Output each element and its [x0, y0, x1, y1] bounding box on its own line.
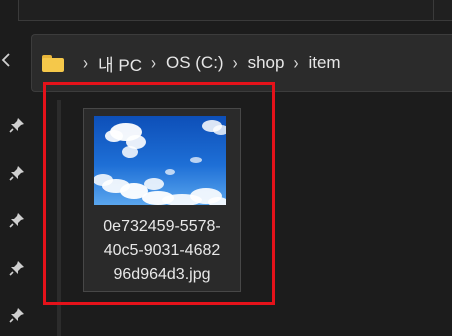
chevron-right-icon[interactable]: › — [233, 53, 238, 73]
top-strip — [0, 0, 452, 24]
file-explorer-window: › 내 PC › OS (C:) › shop › item 0e732459-… — [0, 0, 452, 336]
chevron-right-icon[interactable]: › — [83, 53, 88, 73]
breadcrumb-this-pc[interactable]: 내 PC — [98, 51, 142, 76]
toolbar-frame — [18, 0, 452, 21]
breadcrumb-os-drive[interactable]: OS (C:) — [166, 53, 224, 73]
toolbar-frame-right — [433, 0, 452, 20]
breadcrumb-shop[interactable]: shop — [248, 53, 285, 73]
chevron-left-icon[interactable] — [0, 50, 14, 74]
chevron-right-icon[interactable]: › — [151, 53, 156, 73]
chevron-right-icon[interactable]: › — [293, 53, 298, 73]
pin-icon[interactable] — [8, 116, 26, 134]
folder-icon — [42, 54, 64, 72]
pin-icon[interactable] — [8, 164, 26, 182]
pin-icon[interactable] — [8, 259, 26, 277]
selection-highlight — [43, 82, 275, 305]
pin-icon[interactable] — [8, 306, 26, 324]
pin-icon[interactable] — [8, 211, 26, 229]
breadcrumb-item[interactable]: item — [308, 53, 340, 73]
